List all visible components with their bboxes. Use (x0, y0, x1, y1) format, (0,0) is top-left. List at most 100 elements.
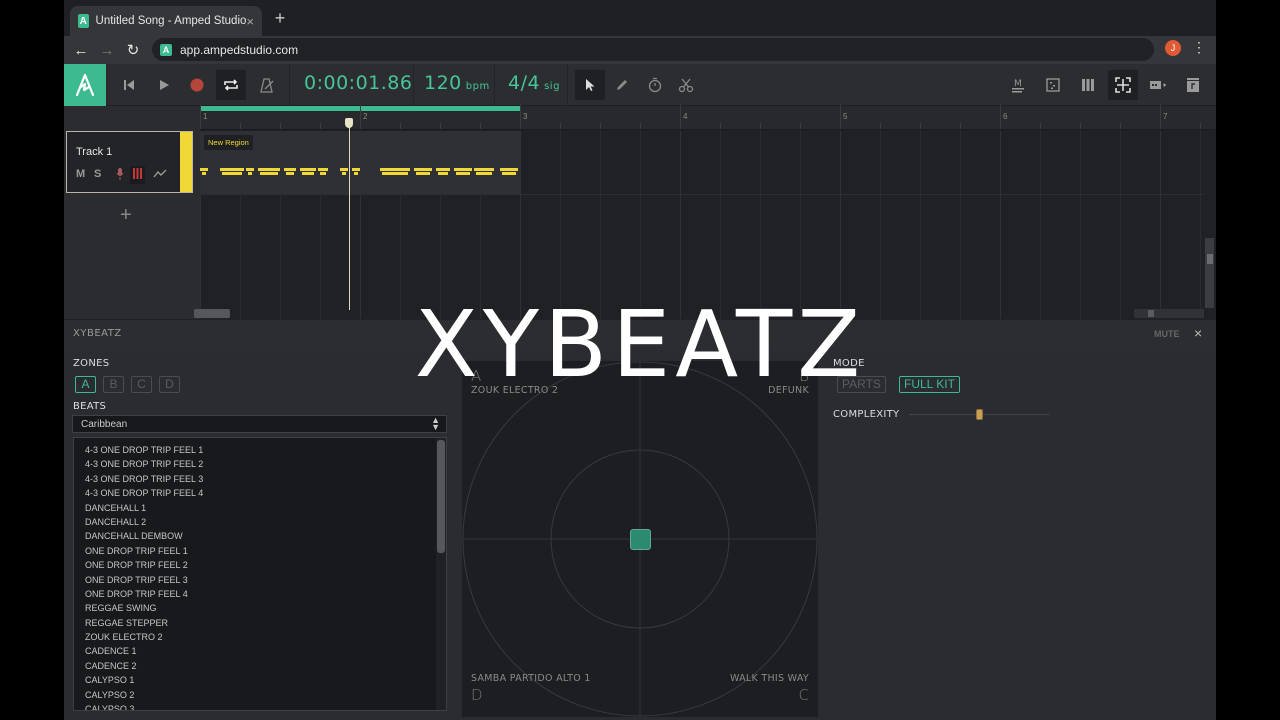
beat-list-item[interactable]: DANCEHALL 2 (74, 515, 436, 529)
panel-mute-button[interactable]: MUTE (1154, 329, 1180, 339)
signature-value: 4/4 (508, 72, 541, 94)
instrument-button[interactable] (130, 166, 145, 184)
divider (289, 64, 290, 106)
complexity-slider-thumb[interactable] (975, 409, 983, 420)
forward-icon[interactable]: → (94, 42, 120, 59)
record-arm-button[interactable] (116, 168, 124, 183)
new-tab-button[interactable]: + (270, 8, 290, 29)
loop-button[interactable] (216, 70, 246, 100)
xybeatz-button[interactable] (1108, 70, 1138, 100)
beat-list-item[interactable]: CADENCE 1 (74, 644, 436, 658)
mode-button-parts[interactable]: PARTS (837, 376, 886, 393)
midi-note (500, 168, 518, 171)
grid-line (1080, 131, 1081, 319)
midi-note (258, 168, 280, 171)
solo-button[interactable]: S (94, 168, 101, 180)
beat-list-item[interactable]: DANCEHALL DEMBOW (74, 529, 436, 543)
grid-line (920, 131, 921, 319)
beat-list-item[interactable]: CALYPSO 3 (74, 702, 436, 710)
pencil-tool-button[interactable] (607, 70, 637, 100)
back-icon[interactable]: ← (68, 42, 94, 59)
zone-button-b[interactable]: B (103, 376, 124, 393)
add-device-button[interactable] (1143, 70, 1173, 100)
amped-logo[interactable] (64, 64, 106, 106)
beat-list-scrollbar[interactable] (437, 440, 445, 553)
zoom-scrollbar-thumb[interactable] (1148, 310, 1154, 317)
xybeatz-panel-header: XYBEATZ MUTE × (64, 319, 1216, 347)
mute-button[interactable]: M (76, 168, 85, 180)
beat-list-item[interactable]: CALYPSO 1 (74, 673, 436, 687)
beat-list-item[interactable]: 4-3 ONE DROP TRIP FEEL 1 (74, 443, 436, 457)
midi-note (436, 168, 450, 171)
automation-button[interactable] (153, 169, 167, 181)
midi-region[interactable]: New Region (200, 131, 520, 194)
browser-menu-icon[interactable]: ⋮ (1192, 39, 1206, 56)
beat-list-item[interactable]: ONE DROP TRIP FEEL 1 (74, 544, 436, 558)
beat-list-item[interactable]: REGGAE SWING (74, 601, 436, 615)
beat-list-item[interactable]: 4-3 ONE DROP TRIP FEEL 3 (74, 472, 436, 486)
track-header[interactable]: Track 1 M S (66, 131, 193, 193)
time-display[interactable]: 0:00:01.86 (304, 72, 412, 94)
beat-list-item[interactable]: DANCEHALL 1 (74, 501, 436, 515)
profile-avatar[interactable]: J (1165, 40, 1181, 56)
split-tool-button[interactable] (671, 70, 701, 100)
play-button[interactable] (149, 70, 179, 100)
beat-list-item[interactable]: ONE DROP TRIP FEEL 4 (74, 587, 436, 601)
select-tool-button[interactable] (575, 70, 605, 100)
add-track-button[interactable]: + (120, 204, 132, 227)
beat-list-item[interactable]: CADENCE 2 (74, 659, 436, 673)
keyboard-button[interactable] (1073, 70, 1103, 100)
ruler-tick (920, 123, 921, 129)
complexity-slider[interactable] (909, 409, 1049, 420)
reload-icon[interactable]: ↻ (120, 41, 146, 59)
midi-note (200, 168, 208, 171)
beat-list-item[interactable]: ZOUK ELECTRO 2 (74, 630, 436, 644)
genre-select[interactable]: Caribbean ▲ ▼ (72, 415, 447, 433)
amped-logo-icon (75, 73, 95, 97)
corner-a-letter: A (471, 367, 482, 385)
complexity-label: COMPLEXITY (833, 409, 900, 420)
beat-list-item[interactable]: ONE DROP TRIP FEEL 3 (74, 573, 436, 587)
tempo-display[interactable]: 120 bpm (424, 72, 490, 94)
xy-pad[interactable]: A ZOUK ELECTRO 2 B DEFUNK WALK THIS WAY … (462, 361, 818, 717)
beat-list-item[interactable]: ONE DROP TRIP FEEL 2 (74, 558, 436, 572)
ruler-tick (960, 123, 961, 129)
ruler-bar-number: 6 (1003, 112, 1008, 121)
instrument-icon (133, 168, 142, 179)
xy-puck[interactable] (629, 528, 651, 550)
midi-note (414, 168, 432, 171)
playhead-handle[interactable] (345, 118, 353, 128)
editor-button[interactable] (1038, 70, 1068, 100)
beat-list[interactable]: 4-3 ONE DROP TRIP FEEL 1 4-3 ONE DROP TRI… (73, 437, 447, 711)
beat-list-item[interactable]: 4-3 ONE DROP TRIP FEEL 2 (74, 457, 436, 471)
record-button[interactable] (182, 70, 212, 100)
zoom-scrollbar[interactable] (1134, 309, 1204, 318)
track-name[interactable]: Track 1 (76, 146, 112, 158)
track-lanes[interactable]: New Region (200, 131, 1204, 319)
url-bar[interactable]: A app.ampedstudio.com (152, 38, 1154, 61)
skip-to-start-button[interactable] (114, 70, 144, 100)
mode-label: MODE (833, 358, 865, 369)
library-button[interactable] (1178, 70, 1208, 100)
mixer-button[interactable]: M (1004, 70, 1034, 100)
grid-line (880, 131, 881, 319)
beat-list-item[interactable]: CALYPSO 2 (74, 688, 436, 702)
horizontal-scrollbar[interactable] (194, 309, 230, 318)
signature-display[interactable]: 4/4 sig (508, 72, 560, 94)
zone-button-a[interactable]: A (75, 376, 96, 393)
divider (567, 64, 568, 106)
ruler-tick (760, 123, 761, 129)
panel-close-icon[interactable]: × (1194, 325, 1202, 341)
stretch-tool-button[interactable] (640, 70, 670, 100)
midi-note (382, 172, 408, 175)
vertical-scrollbar[interactable] (1207, 254, 1213, 264)
beat-list-item[interactable]: 4-3 ONE DROP TRIP FEEL 4 (74, 486, 436, 500)
zone-button-c[interactable]: C (131, 376, 152, 393)
beat-list-item[interactable]: REGGAE STEPPER (74, 616, 436, 630)
metronome-button[interactable] (252, 70, 282, 100)
tab-close-icon[interactable]: × (246, 14, 254, 29)
mode-button-full-kit[interactable]: FULL KIT (899, 376, 960, 393)
browser-tab[interactable]: A Untitled Song - Amped Studio × (70, 6, 262, 36)
vertical-scrollbar-track[interactable] (1205, 238, 1214, 308)
zone-button-d[interactable]: D (159, 376, 180, 393)
